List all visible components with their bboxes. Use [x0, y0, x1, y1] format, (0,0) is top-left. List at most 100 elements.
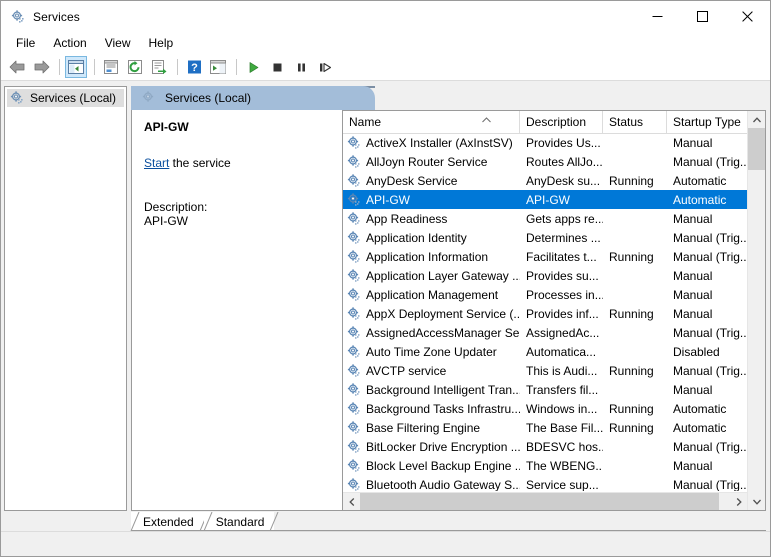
pane-header-tab[interactable]: Services (Local)	[131, 86, 361, 110]
service-name-label: Base Filtering Engine	[366, 420, 481, 435]
table-row[interactable]: Base Filtering Engine The Base Fil... Runn…	[343, 418, 747, 437]
cell-service-name: API-GW	[343, 192, 520, 208]
table-row[interactable]: Auto Time Zone Updater Automatica... Disab…	[343, 342, 747, 361]
scroll-up-icon[interactable]	[748, 111, 765, 128]
menu-view[interactable]: View	[96, 34, 140, 52]
menu-action[interactable]: Action	[44, 34, 95, 52]
minimize-button[interactable]	[635, 1, 680, 32]
restart-service-icon[interactable]	[314, 56, 336, 78]
table-row[interactable]: AppX Deployment Service (... Provides inf…	[343, 304, 747, 323]
list-vertical-scrollbar[interactable]	[747, 111, 765, 510]
scroll-left-icon[interactable]	[343, 493, 360, 510]
close-button[interactable]	[725, 1, 770, 32]
scrollbar-thumb[interactable]	[748, 128, 765, 170]
maximize-button[interactable]	[680, 1, 725, 32]
scroll-right-icon[interactable]	[730, 493, 747, 510]
table-row[interactable]: AllJoyn Router Service Routes AllJo... Man…	[343, 152, 747, 171]
table-row[interactable]: Application Layer Gateway ... Provides su…	[343, 266, 747, 285]
cell-description: Transfers fil...	[526, 382, 599, 397]
service-name-label: Auto Time Zone Updater	[366, 344, 497, 359]
table-row[interactable]: Background Intelligent Tran... Transfers …	[343, 380, 747, 399]
tab-standard[interactable]: Standard	[203, 511, 279, 532]
cell-description: Facilitates t...	[526, 249, 597, 264]
view-tabs: Extended Standard	[130, 511, 279, 532]
cell-startup-type: Automatic	[673, 173, 727, 188]
help-icon[interactable]: ?	[183, 56, 205, 78]
cell-startup-type: Automatic	[673, 192, 727, 207]
pause-service-icon[interactable]	[290, 56, 312, 78]
show-action-pane-icon[interactable]	[207, 56, 229, 78]
cell-description: Windows in...	[526, 401, 598, 416]
forward-icon[interactable]	[30, 56, 52, 78]
service-detail-panel: API-GW Start the service Description: AP…	[131, 110, 343, 511]
service-gear-icon	[346, 344, 362, 360]
service-gear-icon	[346, 477, 362, 492]
table-row[interactable]: App Readiness Gets apps re... Manual	[343, 209, 747, 228]
table-row[interactable]: Application Management Processes in... Man…	[343, 285, 747, 304]
column-header-description[interactable]: Description	[520, 111, 603, 133]
cell-service-name: ActiveX Installer (AxInstSV)	[343, 135, 520, 151]
cell-startup-type: Manual	[673, 268, 713, 283]
list-column-headers: Name Description Status Startup Type	[343, 111, 747, 134]
cell-service-name: AssignedAccessManager Se...	[343, 325, 520, 341]
tab-label: Extended	[143, 514, 194, 529]
menu-file[interactable]: File	[7, 34, 44, 52]
services-gear-icon	[9, 90, 25, 106]
start-service-icon[interactable]	[242, 56, 264, 78]
cell-startup-type: Automatic	[673, 401, 727, 416]
cell-service-name: AllJoyn Router Service	[343, 154, 520, 170]
service-gear-icon	[346, 439, 362, 455]
cell-startup-type: Manual (Trig...	[673, 154, 747, 169]
detail-action-suffix: the service	[169, 156, 231, 170]
refresh-icon[interactable]	[124, 56, 146, 78]
table-row[interactable]: Background Tasks Infrastru... Windows in.…	[343, 399, 747, 418]
table-row[interactable]: Bluetooth Audio Gateway S... Service sup.…	[343, 475, 747, 491]
column-header-startup-type[interactable]: Startup Type	[667, 111, 747, 133]
service-gear-icon	[346, 211, 362, 227]
title-bar: Services	[1, 1, 770, 32]
scroll-down-icon[interactable]	[748, 493, 765, 510]
table-row[interactable]: BitLocker Drive Encryption ... BDESVC hos…	[343, 437, 747, 456]
table-row[interactable]: AssignedAccessManager Se... AssignedAc...…	[343, 323, 747, 342]
start-service-link[interactable]: Start	[144, 156, 169, 170]
service-name-label: App Readiness	[366, 211, 448, 226]
cell-description: The Base Fil...	[526, 420, 603, 435]
properties-icon[interactable]	[100, 56, 122, 78]
table-row[interactable]: AVCTP service This is Audi... Running Manua…	[343, 361, 747, 380]
show-hide-console-tree-icon[interactable]	[65, 56, 87, 78]
cell-service-name: Background Tasks Infrastru...	[343, 401, 520, 417]
column-header-name[interactable]: Name	[343, 111, 520, 133]
column-header-status-label: Status	[609, 115, 644, 129]
list-horizontal-scrollbar[interactable]	[343, 492, 747, 510]
back-icon[interactable]	[6, 56, 28, 78]
table-row[interactable]: Application Information Facilitates t... R…	[343, 247, 747, 266]
tree-item-services-local[interactable]: Services (Local)	[7, 89, 124, 107]
tab-extended[interactable]: Extended	[130, 511, 209, 532]
table-row[interactable]: Application Identity Determines ... Manual…	[343, 228, 747, 247]
scrollbar-thumb[interactable]	[360, 493, 719, 510]
cell-startup-type: Automatic	[673, 420, 727, 435]
cell-description: Provides Us...	[526, 135, 601, 150]
table-row[interactable]: AnyDesk Service AnyDesk su... Running Autom…	[343, 171, 747, 190]
table-row[interactable]: Block Level Backup Engine ... The WBENG..…	[343, 456, 747, 475]
cell-service-name: AppX Deployment Service (...	[343, 306, 520, 322]
menu-help[interactable]: Help	[140, 34, 183, 52]
window-title: Services	[33, 9, 80, 24]
scrollbar-track[interactable]	[360, 493, 730, 510]
pane-header-curve	[361, 86, 375, 110]
table-row[interactable]: API-GW API-GW Automatic	[343, 190, 747, 209]
service-name-label: API-GW	[366, 192, 410, 207]
service-name-label: BitLocker Drive Encryption ...	[366, 439, 520, 454]
table-row[interactable]: ActiveX Installer (AxInstSV) Provides Us.…	[343, 133, 747, 152]
export-list-icon[interactable]	[148, 56, 170, 78]
cell-description: The WBENG...	[526, 458, 603, 473]
cell-status: Running	[609, 401, 654, 416]
services-list-rows: ActiveX Installer (AxInstSV) Provides Us.…	[343, 133, 747, 491]
tab-left-edge	[203, 511, 213, 532]
toolbar-separator	[94, 59, 95, 75]
tab-label: Standard	[215, 514, 265, 529]
cell-service-name: Base Filtering Engine	[343, 420, 520, 436]
stop-service-icon[interactable]	[266, 56, 288, 78]
column-header-status[interactable]: Status	[603, 111, 667, 133]
service-name-label: Background Tasks Infrastru...	[366, 401, 520, 416]
